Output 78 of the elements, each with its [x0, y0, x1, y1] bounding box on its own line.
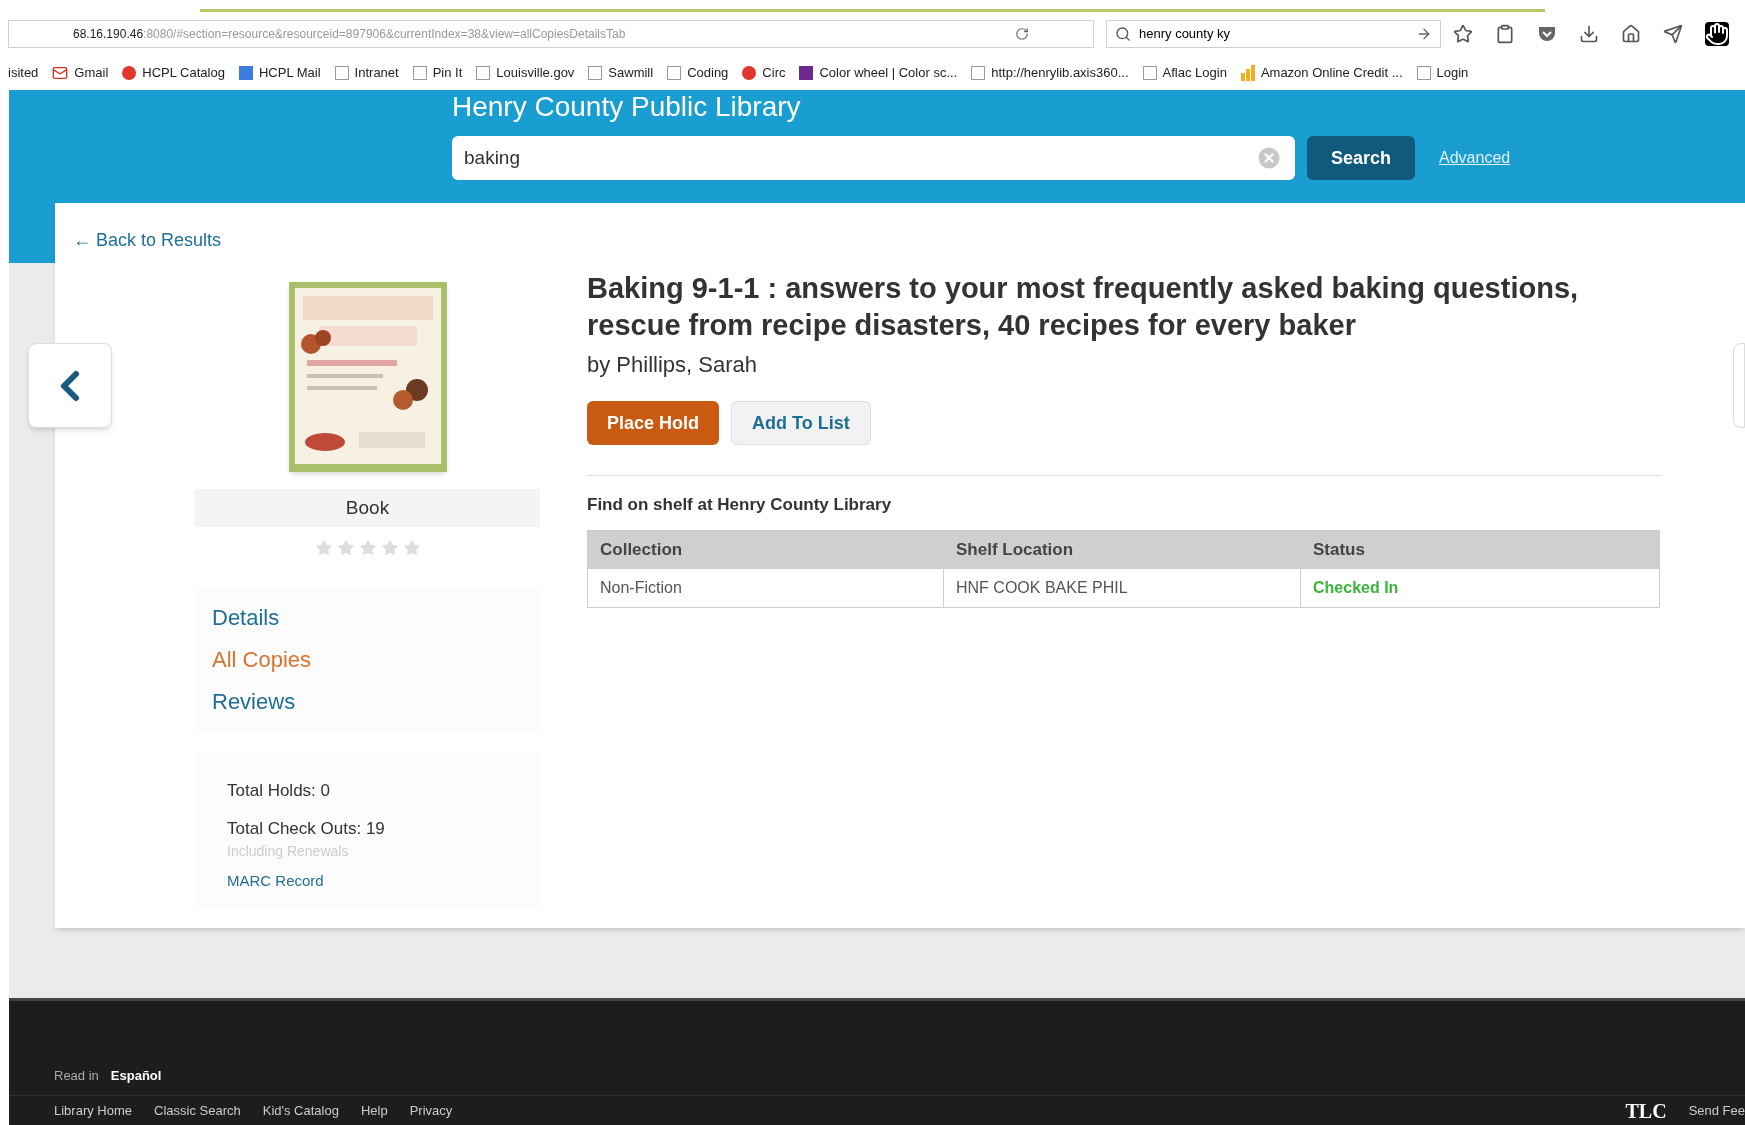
- bookmark-item[interactable]: Sawmill: [588, 63, 654, 83]
- column-header: Shelf Location: [955, 538, 1075, 561]
- bookmark-item[interactable]: isited: [8, 63, 39, 83]
- mail-icon: [52, 65, 69, 81]
- url-host: 68.16.190.46: [73, 26, 144, 43]
- feedback-link[interactable]: Send Fee: [1688, 1100, 1745, 1121]
- page-icon: [971, 66, 986, 80]
- add-to-list-button[interactable]: Add To List: [731, 401, 871, 445]
- page-icon: [667, 66, 682, 80]
- status-cell-text: Checked In: [1312, 577, 1400, 598]
- bookmark-item[interactable]: Login: [1416, 63, 1469, 83]
- table-cell: Non-Fiction: [588, 568, 944, 607]
- send-icon[interactable]: [1663, 24, 1683, 44]
- format-label: Book: [195, 489, 540, 527]
- pocket-icon[interactable]: [1537, 25, 1557, 43]
- clipboard-icon[interactable]: [1495, 24, 1515, 44]
- column-header: Status: [1312, 538, 1366, 561]
- back-link[interactable]: ← Back to Results: [73, 227, 222, 254]
- rating-star-icon[interactable]: [315, 540, 332, 556]
- tab-link[interactable]: Reviews: [212, 689, 296, 714]
- author-text: by Phillips, Sarah: [587, 351, 758, 379]
- shelf-heading: Find on shelf at Henry County Library: [587, 494, 893, 516]
- checkouts-text: Total Check Outs: 19: [227, 817, 386, 840]
- footer-link[interactable]: Help: [360, 1100, 388, 1121]
- footer-link[interactable]: Privacy: [409, 1100, 453, 1121]
- footer-logo: TLC: [1625, 1098, 1667, 1124]
- page-icon: [476, 66, 491, 80]
- rating-star-icon[interactable]: [359, 540, 376, 556]
- hand-icon[interactable]: [1705, 22, 1729, 46]
- language-link[interactable]: Español: [110, 1065, 162, 1085]
- rating-star-icon[interactable]: [337, 540, 354, 556]
- bookmark-item[interactable]: Louisville.gov: [476, 63, 575, 83]
- holds-text: Total Holds: 0: [227, 780, 331, 802]
- bookmark-item[interactable]: http://henrylib.axis360...: [971, 63, 1129, 83]
- address-bar[interactable]: 68.16.190.46:8080/#section=resource&resourceid=897906&currentIndex=38&view=allCopiesDetailsTab: [8, 20, 1094, 48]
- download-icon[interactable]: [1579, 24, 1599, 44]
- rating-star-icon[interactable]: [381, 540, 398, 556]
- bookmark-item[interactable]: Pin It: [412, 63, 463, 83]
- read-in-label: Read in: [54, 1066, 99, 1085]
- bookmark-item[interactable]: Intranet: [334, 63, 399, 83]
- previous-button[interactable]: [28, 343, 112, 428]
- square-icon: [799, 66, 814, 80]
- rating-star-icon[interactable]: [403, 540, 420, 556]
- marc-record-link[interactable]: MARC Record: [227, 870, 324, 893]
- search-button[interactable]: Search: [1307, 136, 1416, 180]
- bookmark-item[interactable]: Color wheel | Color sc...: [799, 63, 958, 83]
- bookmark-item[interactable]: Gmail: [52, 63, 109, 83]
- search-text: henry county ky: [1139, 25, 1232, 44]
- bookmark-item[interactable]: HCPL Catalog: [122, 63, 225, 83]
- bookmark-item[interactable]: Coding: [667, 63, 729, 83]
- search-icon: [1115, 26, 1131, 42]
- column-header: Collection: [599, 538, 684, 561]
- url-path: :8080/#section=resource&resourceid=897906&currentIndex=38&view=allCopiesDetailsTab: [143, 26, 626, 43]
- bookmark-item[interactable]: HCPL Mail: [238, 63, 321, 83]
- bookmark-item[interactable]: Amazon Online Credit ...: [1240, 63, 1403, 83]
- bookmark-star-icon[interactable]: [1453, 24, 1473, 44]
- tab-link[interactable]: Details: [212, 605, 280, 630]
- item-title: Baking 9-1-1 : answers to your most frequently asked baking questions, rescue from recipe disasters, 40 recipes for every baker: [587, 271, 1580, 343]
- table-cell: HNF COOK BAKE PHIL: [944, 568, 1301, 607]
- bars-icon: [1240, 65, 1255, 81]
- page-icon: [588, 66, 603, 80]
- square-icon: [238, 66, 253, 80]
- home-icon[interactable]: [1621, 24, 1641, 44]
- bookmark-item[interactable]: Circ: [742, 63, 786, 83]
- page-icon: [1416, 66, 1431, 80]
- catalog-search-field[interactable]: baking: [452, 136, 1295, 180]
- footer-link[interactable]: Library Home: [54, 1100, 133, 1121]
- footer-link[interactable]: Classic Search: [154, 1100, 241, 1121]
- page-icon: [412, 66, 427, 80]
- bookmark-item[interactable]: Aflac Login: [1142, 63, 1227, 83]
- arrow-right-icon[interactable]: [1416, 26, 1432, 42]
- footer-link[interactable]: Kid's Catalog: [262, 1100, 339, 1121]
- page-icon: [1142, 66, 1157, 80]
- browser-search-field[interactable]: henry county ky: [1106, 20, 1441, 48]
- reload-icon[interactable]: [1015, 27, 1029, 41]
- site-title: Henry County Public Library: [452, 90, 802, 124]
- page-icon: [334, 66, 349, 80]
- place-hold-button[interactable]: Place Hold: [587, 401, 720, 445]
